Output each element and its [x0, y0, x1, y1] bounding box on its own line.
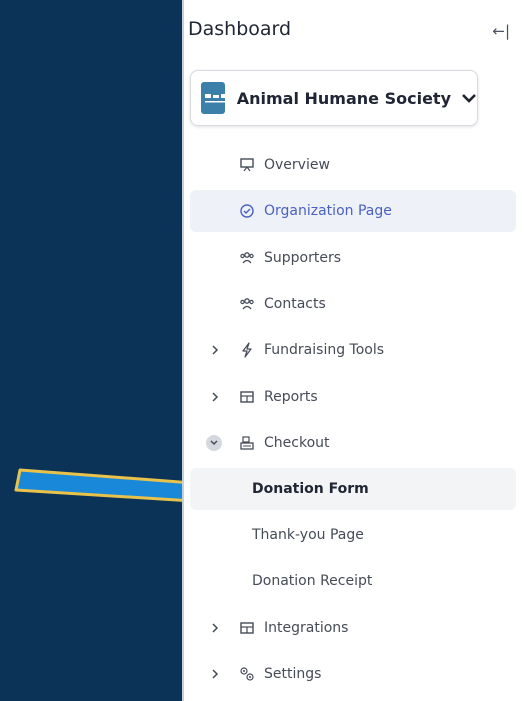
sidebar-item-label: Integrations [264, 620, 349, 636]
users-icon [238, 249, 256, 267]
collapse-sidebar-button[interactable]: ←| [492, 22, 510, 40]
lightning-icon [238, 341, 256, 359]
sidebar-item-donation-form[interactable]: Donation Form [190, 468, 516, 510]
users-icon [238, 295, 256, 313]
sidebar-item-contacts[interactable]: Contacts [190, 283, 516, 325]
sidebar-item-label: Contacts [264, 296, 326, 312]
sidebar-item-checkout[interactable]: Checkout [190, 422, 516, 464]
sidebar-item-supporters[interactable]: Supporters [190, 237, 516, 279]
chevron-right-icon[interactable] [206, 622, 224, 634]
chevron-right-icon[interactable] [206, 344, 224, 356]
check-circle-icon [238, 202, 256, 220]
sidebar-item-label: Checkout [264, 435, 330, 451]
sidebar-item-label: Donation Receipt [252, 573, 373, 589]
dashboard-title: Dashboard [188, 18, 292, 40]
sidebar-item-label: Reports [264, 389, 318, 405]
sidebar-item-fundraising-tools[interactable]: Fundraising Tools [190, 329, 516, 371]
collapse-left-icon: ←| [492, 22, 510, 40]
sidebar-item-settings[interactable]: Settings [190, 653, 516, 695]
sidebar-item-label: Thank-you Page [252, 527, 364, 543]
sidebar-item-reports[interactable]: Reports [190, 376, 516, 418]
chevron-right-icon[interactable] [206, 668, 224, 680]
sidebar-item-donation-receipt[interactable]: Donation Receipt [190, 560, 516, 602]
sidebar-item-thank-you-page[interactable]: Thank-you Page [190, 514, 516, 556]
sidebar-item-label: Fundraising Tools [264, 342, 385, 358]
cash-register-icon [238, 434, 256, 452]
sidebar-item-integrations[interactable]: Integrations [190, 607, 516, 649]
presentation-icon [238, 156, 256, 174]
sidebar: Dashboard ←| Animal Humane Society Overv… [182, 0, 526, 701]
chevron-right-icon[interactable] [206, 391, 224, 403]
org-selector[interactable]: Animal Humane Society [190, 70, 478, 126]
chevron-down-icon [461, 89, 477, 108]
sidebar-item-label: Overview [264, 157, 330, 173]
table-icon [238, 388, 256, 406]
sidebar-item-organization-page[interactable]: Organization Page [190, 190, 516, 232]
sidebar-item-label: Settings [264, 666, 322, 682]
org-name: Animal Humane Society [236, 88, 451, 108]
sidebar-item-label: Donation Form [252, 481, 369, 497]
table-icon [238, 619, 256, 637]
sidebar-item-overview[interactable]: Overview [190, 144, 516, 186]
chevron-down-icon[interactable] [206, 435, 222, 451]
gears-icon [238, 665, 256, 683]
sidebar-item-label: Organization Page [264, 203, 392, 219]
org-logo [201, 82, 225, 114]
sidebar-item-label: Supporters [264, 250, 342, 266]
